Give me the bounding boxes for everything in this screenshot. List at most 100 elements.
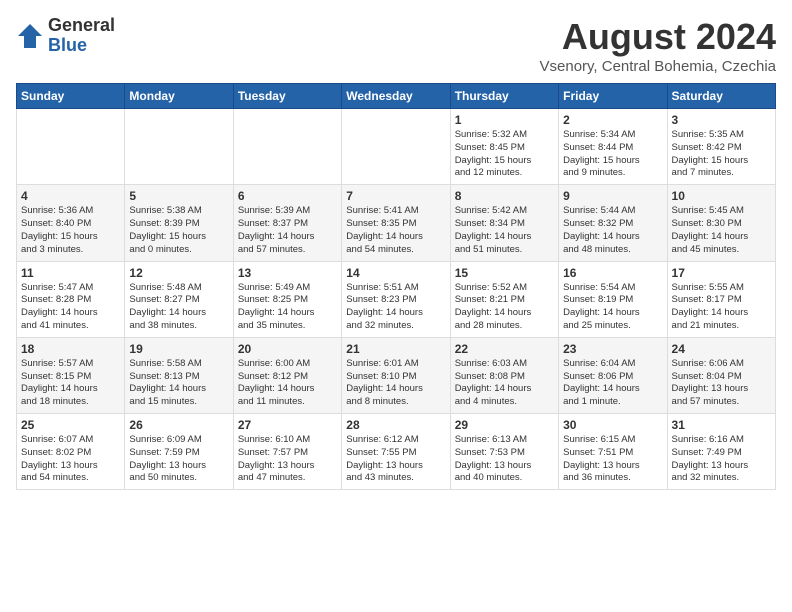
table-row: 1 Sunrise: 5:32 AM Sunset: 8:45 PM Daylig… [450,109,558,185]
month-title: August 2024 [540,16,777,58]
table-row [17,109,125,185]
day-number: 31 [672,418,771,432]
day-info: Sunrise: 5:34 AM Sunset: 8:44 PM Dayligh… [563,129,662,180]
day-info: Sunrise: 6:16 AM Sunset: 7:49 PM Dayligh… [672,434,771,485]
day-number: 7 [346,189,445,203]
day-info: Sunrise: 6:03 AM Sunset: 8:08 PM Dayligh… [455,358,554,409]
day-number: 22 [455,342,554,356]
table-row: 3 Sunrise: 5:35 AM Sunset: 8:42 PM Daylig… [667,109,775,185]
calendar-week-row: 18Sunrise: 5:57 AM Sunset: 8:15 PM Dayli… [17,337,776,413]
table-row: 7 Sunrise: 5:41 AM Sunset: 8:35 PM Daylig… [342,185,450,261]
table-row: 13 Sunrise: 5:49 AM Sunset: 8:25 PM Dayli… [233,261,341,337]
day-number: 8 [455,189,554,203]
day-info: Sunrise: 5:45 AM Sunset: 8:30 PM Dayligh… [672,205,771,256]
day-number: 24 [672,342,771,356]
header-saturday: Saturday [667,84,775,109]
day-info: Sunrise: 6:12 AM Sunset: 7:55 PM Dayligh… [346,434,445,485]
day-info: Sunrise: 5:42 AM Sunset: 8:34 PM Dayligh… [455,205,554,256]
table-row: 30 Sunrise: 6:15 AM Sunset: 7:51 PM Dayli… [559,414,667,490]
location-text: Vsenory, Central Bohemia, Czechia [540,58,777,75]
day-number: 2 [563,113,662,127]
table-row [342,109,450,185]
day-info: Sunrise: 5:58 AM Sunset: 8:13 PM Dayligh… [129,358,228,409]
day-info: Sunrise: 5:41 AM Sunset: 8:35 PM Dayligh… [346,205,445,256]
header-thursday: Thursday [450,84,558,109]
table-row: 20 Sunrise: 6:00 AM Sunset: 8:12 PM Dayli… [233,337,341,413]
table-row: 26 Sunrise: 6:09 AM Sunset: 7:59 PM Dayli… [125,414,233,490]
day-number: 30 [563,418,662,432]
day-number: 17 [672,266,771,280]
page-header: General Blue August 2024 Vsenory, Centra… [16,16,776,75]
day-info: Sunrise: 5:54 AM Sunset: 8:19 PM Dayligh… [563,282,662,333]
table-row: 16Sunrise: 5:54 AM Sunset: 8:19 PM Dayli… [559,261,667,337]
table-row: 22 Sunrise: 6:03 AM Sunset: 8:08 PM Dayli… [450,337,558,413]
table-row: 15Sunrise: 5:52 AM Sunset: 8:21 PM Dayli… [450,261,558,337]
day-number: 4 [21,189,120,203]
day-info: Sunrise: 5:52 AM Sunset: 8:21 PM Dayligh… [455,282,554,333]
table-row: 18Sunrise: 5:57 AM Sunset: 8:15 PM Dayli… [17,337,125,413]
day-number: 25 [21,418,120,432]
day-number: 12 [129,266,228,280]
table-row: 5 Sunrise: 5:38 AM Sunset: 8:39 PM Daylig… [125,185,233,261]
day-info: Sunrise: 5:55 AM Sunset: 8:17 PM Dayligh… [672,282,771,333]
weekday-header-row: Sunday Monday Tuesday Wednesday Thursday… [17,84,776,109]
table-row: 27Sunrise: 6:10 AM Sunset: 7:57 PM Dayli… [233,414,341,490]
table-row: 9 Sunrise: 5:44 AM Sunset: 8:32 PM Daylig… [559,185,667,261]
day-info: Sunrise: 5:51 AM Sunset: 8:23 PM Dayligh… [346,282,445,333]
header-friday: Friday [559,84,667,109]
day-info: Sunrise: 6:00 AM Sunset: 8:12 PM Dayligh… [238,358,337,409]
day-number: 13 [238,266,337,280]
day-number: 20 [238,342,337,356]
day-number: 1 [455,113,554,127]
day-info: Sunrise: 5:35 AM Sunset: 8:42 PM Dayligh… [672,129,771,180]
day-number: 26 [129,418,228,432]
table-row: 17 Sunrise: 5:55 AM Sunset: 8:17 PM Dayli… [667,261,775,337]
day-info: Sunrise: 6:09 AM Sunset: 7:59 PM Dayligh… [129,434,228,485]
header-tuesday: Tuesday [233,84,341,109]
table-row: 10 Sunrise: 5:45 AM Sunset: 8:30 PM Dayli… [667,185,775,261]
day-info: Sunrise: 5:32 AM Sunset: 8:45 PM Dayligh… [455,129,554,180]
day-number: 14 [346,266,445,280]
day-number: 9 [563,189,662,203]
day-info: Sunrise: 5:39 AM Sunset: 8:37 PM Dayligh… [238,205,337,256]
table-row: 4 Sunrise: 5:36 AM Sunset: 8:40 PM Daylig… [17,185,125,261]
table-row: 14 Sunrise: 5:51 AM Sunset: 8:23 PM Dayli… [342,261,450,337]
logo-blue-text: Blue [48,36,115,56]
day-info: Sunrise: 6:15 AM Sunset: 7:51 PM Dayligh… [563,434,662,485]
day-number: 28 [346,418,445,432]
table-row: 21Sunrise: 6:01 AM Sunset: 8:10 PM Dayli… [342,337,450,413]
table-row: 23Sunrise: 6:04 AM Sunset: 8:06 PM Dayli… [559,337,667,413]
day-number: 5 [129,189,228,203]
table-row: 2 Sunrise: 5:34 AM Sunset: 8:44 PM Daylig… [559,109,667,185]
table-row: 6 Sunrise: 5:39 AM Sunset: 8:37 PM Daylig… [233,185,341,261]
table-row [233,109,341,185]
table-row [125,109,233,185]
calendar-week-row: 1 Sunrise: 5:32 AM Sunset: 8:45 PM Daylig… [17,109,776,185]
day-info: Sunrise: 5:38 AM Sunset: 8:39 PM Dayligh… [129,205,228,256]
logo-text: General Blue [48,16,115,56]
day-info: Sunrise: 5:44 AM Sunset: 8:32 PM Dayligh… [563,205,662,256]
calendar-table: Sunday Monday Tuesday Wednesday Thursday… [16,83,776,490]
table-row: 19 Sunrise: 5:58 AM Sunset: 8:13 PM Dayli… [125,337,233,413]
day-number: 27 [238,418,337,432]
calendar-week-row: 25Sunrise: 6:07 AM Sunset: 8:02 PM Dayli… [17,414,776,490]
table-row: 12Sunrise: 5:48 AM Sunset: 8:27 PM Dayli… [125,261,233,337]
calendar-week-row: 4 Sunrise: 5:36 AM Sunset: 8:40 PM Daylig… [17,185,776,261]
table-row: 25Sunrise: 6:07 AM Sunset: 8:02 PM Dayli… [17,414,125,490]
logo-general-text: General [48,16,115,36]
day-number: 10 [672,189,771,203]
header-sunday: Sunday [17,84,125,109]
day-number: 21 [346,342,445,356]
day-number: 23 [563,342,662,356]
day-info: Sunrise: 6:13 AM Sunset: 7:53 PM Dayligh… [455,434,554,485]
header-wednesday: Wednesday [342,84,450,109]
day-number: 19 [129,342,228,356]
day-info: Sunrise: 5:49 AM Sunset: 8:25 PM Dayligh… [238,282,337,333]
day-number: 6 [238,189,337,203]
table-row: 31 Sunrise: 6:16 AM Sunset: 7:49 PM Dayli… [667,414,775,490]
table-row: 8 Sunrise: 5:42 AM Sunset: 8:34 PM Daylig… [450,185,558,261]
day-number: 29 [455,418,554,432]
day-info: Sunrise: 5:36 AM Sunset: 8:40 PM Dayligh… [21,205,120,256]
header-monday: Monday [125,84,233,109]
day-number: 3 [672,113,771,127]
